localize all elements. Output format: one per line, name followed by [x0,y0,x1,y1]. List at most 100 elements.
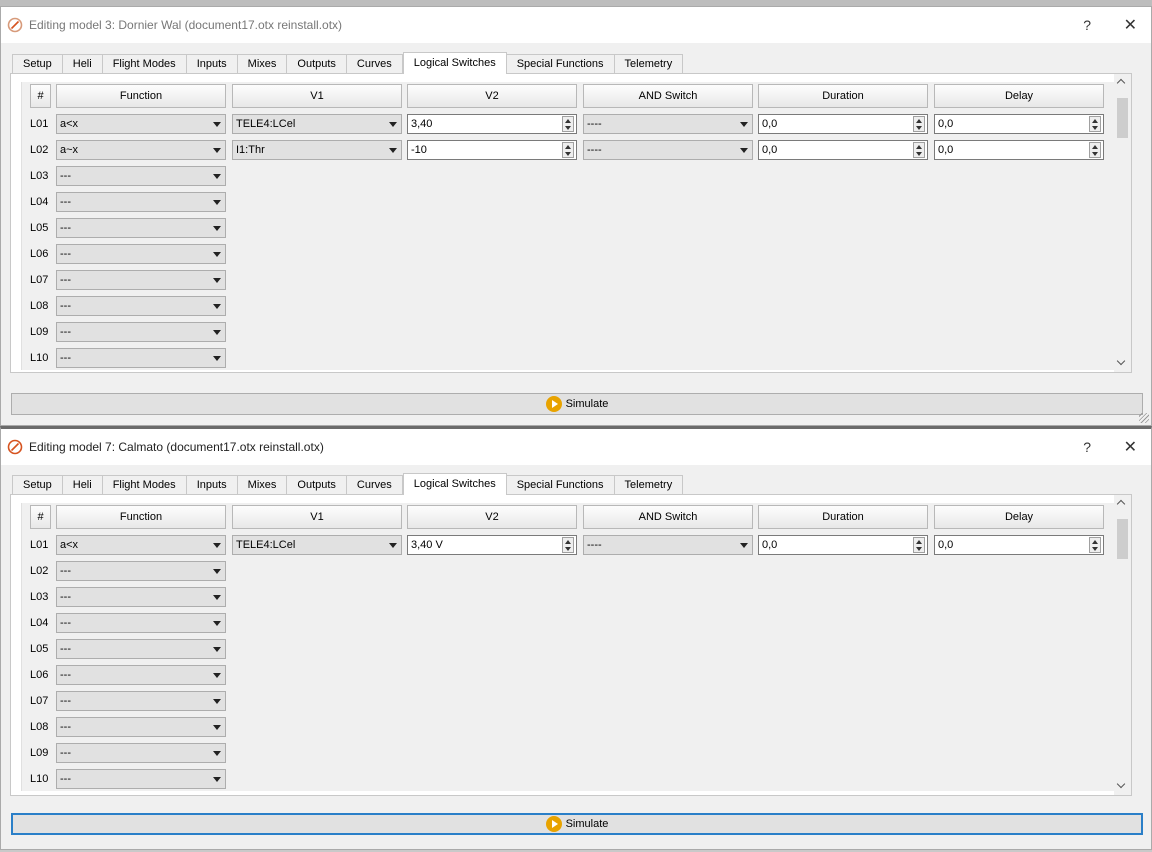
and-switch-dropdown[interactable]: ---- [583,140,753,160]
scroll-down-icon[interactable] [1116,779,1126,789]
spin-down-icon[interactable] [1092,152,1098,156]
spin-buttons[interactable] [1089,142,1101,158]
function-dropdown[interactable]: --- [56,691,226,711]
tab-heli[interactable]: Heli [62,475,103,495]
tab-inputs[interactable]: Inputs [186,475,238,495]
function-dropdown[interactable]: a<x [56,535,226,555]
function-dropdown[interactable]: --- [56,639,226,659]
function-dropdown[interactable]: --- [56,166,226,186]
spin-up-icon[interactable] [565,540,571,544]
v1-dropdown[interactable]: TELE4:LCel [232,535,402,555]
v2-spinbox[interactable]: 3,40 V [407,535,577,555]
tab-telemetry[interactable]: Telemetry [614,475,684,495]
tab-flight-modes[interactable]: Flight Modes [102,475,187,495]
spin-buttons[interactable] [562,537,574,553]
spin-down-icon[interactable] [1092,126,1098,130]
header-duration[interactable]: Duration [758,505,928,529]
tab-outputs[interactable]: Outputs [287,54,347,74]
function-dropdown[interactable]: --- [56,322,226,342]
tab-heli[interactable]: Heli [62,54,103,74]
function-dropdown[interactable]: --- [56,561,226,581]
tab-setup[interactable]: Setup [12,475,63,495]
scroll-down-icon[interactable] [1116,356,1126,366]
vertical-scrollbar[interactable] [1114,495,1131,795]
function-dropdown[interactable]: --- [56,270,226,290]
simulate-button[interactable]: Simulate [11,813,1143,835]
function-dropdown[interactable]: --- [56,613,226,633]
function-dropdown[interactable]: --- [56,587,226,607]
spin-down-icon[interactable] [916,547,922,551]
tab-special-functions[interactable]: Special Functions [506,475,615,495]
header-v1[interactable]: V1 [232,84,402,108]
scroll-up-icon[interactable] [1116,78,1126,88]
vertical-scrollbar[interactable] [1114,74,1131,372]
tab-special-functions[interactable]: Special Functions [506,54,615,74]
duration-spinbox[interactable]: 0,0 [758,535,928,555]
spin-buttons[interactable] [913,142,925,158]
function-dropdown[interactable]: a~x [56,140,226,160]
duration-spinbox[interactable]: 0,0 [758,114,928,134]
header-function[interactable]: Function [56,505,226,529]
header-duration[interactable]: Duration [758,84,928,108]
header-delay[interactable]: Delay [934,505,1104,529]
tab-flight-modes[interactable]: Flight Modes [102,54,187,74]
spin-down-icon[interactable] [916,126,922,130]
header-delay[interactable]: Delay [934,84,1104,108]
function-dropdown[interactable]: --- [56,296,226,316]
title-bar[interactable]: Editing model 7: Calmato (document17.otx… [1,429,1151,465]
delay-spinbox[interactable]: 0,0 [934,140,1104,160]
scroll-up-icon[interactable] [1116,499,1126,509]
header-v1[interactable]: V1 [232,505,402,529]
spin-buttons[interactable] [1089,116,1101,132]
spin-up-icon[interactable] [916,540,922,544]
close-button[interactable]: ✕ [1124,15,1137,35]
v2-spinbox[interactable]: 3,40 [407,114,577,134]
spin-down-icon[interactable] [916,152,922,156]
tab-mixes[interactable]: Mixes [237,475,288,495]
spin-down-icon[interactable] [565,126,571,130]
tab-inputs[interactable]: Inputs [186,54,238,74]
spin-down-icon[interactable] [1092,547,1098,551]
function-dropdown[interactable]: --- [56,769,226,789]
v1-dropdown[interactable]: TELE4:LCel [232,114,402,134]
header-v2[interactable]: V2 [407,84,577,108]
help-button[interactable]: ? [1083,17,1091,33]
tab-logical-switches[interactable]: Logical Switches [402,473,507,495]
title-bar[interactable]: Editing model 3: Dornier Wal (document17… [1,7,1151,43]
header-v2[interactable]: V2 [407,505,577,529]
spin-buttons[interactable] [913,537,925,553]
header-function[interactable]: Function [56,84,226,108]
spin-down-icon[interactable] [565,547,571,551]
spin-up-icon[interactable] [565,145,571,149]
header-and-switch[interactable]: AND Switch [583,505,753,529]
tab-telemetry[interactable]: Telemetry [614,54,684,74]
spin-up-icon[interactable] [1092,145,1098,149]
tab-logical-switches[interactable]: Logical Switches [402,52,507,74]
tab-setup[interactable]: Setup [12,54,63,74]
function-dropdown[interactable]: --- [56,665,226,685]
scroll-thumb[interactable] [1117,519,1128,559]
v1-dropdown[interactable]: I1:Thr [232,140,402,160]
tab-curves[interactable]: Curves [346,54,403,74]
delay-spinbox[interactable]: 0,0 [934,535,1104,555]
and-switch-dropdown[interactable]: ---- [583,114,753,134]
v2-spinbox[interactable]: -10 [407,140,577,160]
function-dropdown[interactable]: --- [56,717,226,737]
tab-curves[interactable]: Curves [346,475,403,495]
delay-spinbox[interactable]: 0,0 [934,114,1104,134]
duration-spinbox[interactable]: 0,0 [758,140,928,160]
function-dropdown[interactable]: a<x [56,114,226,134]
scroll-thumb[interactable] [1117,98,1128,138]
spin-down-icon[interactable] [565,152,571,156]
resize-grip-icon[interactable] [1139,413,1149,423]
spin-buttons[interactable] [562,142,574,158]
spin-up-icon[interactable] [916,145,922,149]
help-button[interactable]: ? [1083,439,1091,455]
and-switch-dropdown[interactable]: ---- [583,535,753,555]
function-dropdown[interactable]: --- [56,348,226,368]
function-dropdown[interactable]: --- [56,192,226,212]
function-dropdown[interactable]: --- [56,218,226,238]
function-dropdown[interactable]: --- [56,244,226,264]
simulate-button[interactable]: Simulate [11,393,1143,415]
function-dropdown[interactable]: --- [56,743,226,763]
